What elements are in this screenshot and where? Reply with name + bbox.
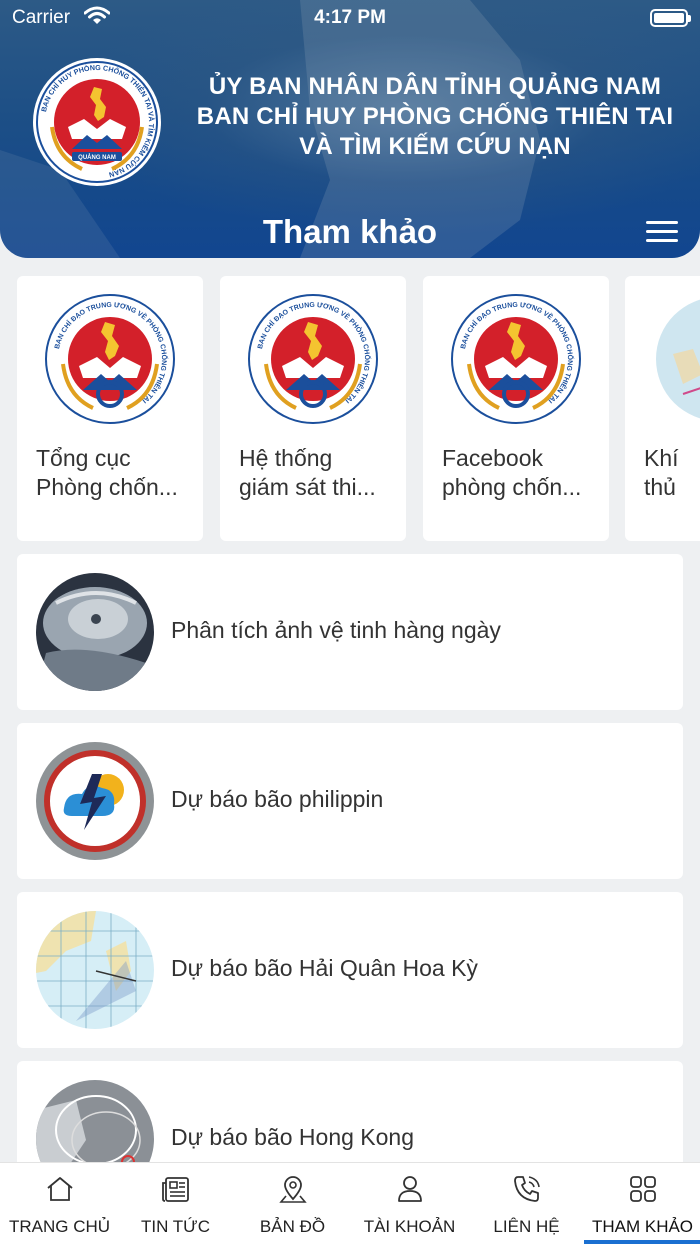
tab-label: THAM KHẢO (591, 1217, 694, 1236)
satellite-image-icon (36, 573, 154, 691)
card-title-line-1: Facebook (442, 445, 544, 471)
map-pin-icon (278, 1176, 307, 1203)
card-title: Tổng cục Phòng chốn... (36, 444, 196, 502)
phone-icon (513, 1176, 540, 1202)
card-title-line-1: Khí (644, 445, 679, 471)
steering-committee-emblem-icon: BAN CHỈ ĐẠO TRUNG ƯƠNG VỀ PHÒNG CHỐNG TH… (45, 294, 175, 424)
list-item-label: Phân tích ảnh vệ tinh hàng ngày (171, 617, 501, 643)
reference-card[interactable]: Khí thủ (625, 276, 700, 541)
org-line-3: VÀ TÌM KIẾM CỨU NẠN (299, 133, 571, 160)
typhoon-track-map-icon (36, 911, 154, 1029)
reference-card[interactable]: BAN CHỈ ĐẠO TRUNG ƯƠNG VỀ PHÒNG CHỐNG TH… (423, 276, 609, 541)
list-item[interactable]: Dự báo bão philippin (17, 723, 683, 879)
reference-card[interactable]: BAN CHỈ ĐẠO TRUNG ƯƠNG VỀ PHÒNG CHỐNG TH… (17, 276, 203, 541)
newspaper-icon (161, 1177, 189, 1202)
province-logo: BAN CHỈ HUY PHÒNG CHỐNG THIÊN TAI VÀ TÌM… (33, 58, 161, 186)
logo-bottom-text: QUẢNG NAM (78, 154, 116, 161)
climate-map-icon (656, 299, 700, 419)
tab-contact[interactable]: LIÊN HỆ (468, 1163, 585, 1244)
list-item[interactable]: Dự báo bão Hải Quân Hoa Kỳ (17, 892, 683, 1048)
tab-reference[interactable]: THAM KHẢO (584, 1163, 700, 1244)
tab-home[interactable]: TRANG CHỦ (1, 1163, 118, 1244)
reference-card-carousel[interactable]: BAN CHỈ ĐẠO TRUNG ƯƠNG VỀ PHÒNG CHỐNG TH… (17, 276, 700, 541)
card-title-line-2: Phòng chốn... (36, 474, 178, 500)
card-title-line-2: thủ (644, 474, 676, 500)
card-title: Khí thủ (644, 444, 700, 502)
grid-icon (629, 1176, 656, 1202)
list-item-label: Dự báo bão philippin (171, 786, 384, 812)
tab-account[interactable]: TÀI KHOẢN (351, 1163, 468, 1244)
org-line-2: BAN CHỈ HUY PHÒNG CHỐNG THIÊN TAI (196, 103, 674, 130)
list-item-label: Dự báo bão Hải Quân Hoa Kỳ (171, 955, 478, 981)
org-line-1: ỦY BAN NHÂN DÂN TỈNH QUẢNG NAM (208, 73, 662, 100)
tab-map[interactable]: BẢN ĐỒ (234, 1163, 351, 1244)
card-title: Facebook phòng chốn... (442, 444, 602, 502)
home-icon (46, 1177, 73, 1201)
card-title-line-1: Tổng cục (36, 445, 131, 471)
storm-logo-icon (36, 742, 154, 860)
clock: 4:17 PM (314, 7, 386, 28)
list-item[interactable]: Phân tích ảnh vệ tinh hàng ngày (17, 554, 683, 710)
page-title: Tham khảo (262, 213, 438, 250)
bottom-tab-bar: TRANG CHỦ TIN TỨC BẢN ĐỒ TÀI KHOẢN LIÊN … (0, 1162, 700, 1244)
active-tab-indicator (584, 1240, 700, 1244)
reference-card[interactable]: BAN CHỈ ĐẠO TRUNG ƯƠNG VỀ PHÒNG CHỐNG TH… (220, 276, 406, 541)
card-title-line-2: phòng chốn... (442, 474, 582, 500)
card-title-line-2: giám sát thi... (239, 474, 376, 500)
card-title-line-1: Hệ thống (239, 445, 333, 471)
steering-committee-emblem-icon: BAN CHỈ ĐẠO TRUNG ƯƠNG VỀ PHÒNG CHỐNG TH… (248, 294, 378, 424)
list-item-label: Dự báo bão Hong Kong (171, 1124, 415, 1150)
battery-icon (650, 9, 691, 27)
hamburger-menu-button[interactable] (646, 219, 680, 245)
steering-committee-emblem-icon: BAN CHỈ ĐẠO TRUNG ƯƠNG VỀ PHÒNG CHỐNG TH… (451, 294, 581, 424)
user-icon (397, 1176, 422, 1202)
app-header: Carrier 4:17 PM BAN CHỈ HUY PHÒNG CHỐNG … (0, 0, 700, 258)
status-bar: Carrier 4:17 PM (0, 0, 700, 36)
organization-name: ỦY BAN NHÂN DÂN TỈNH QUẢNG NAM BAN CHỈ H… (190, 72, 680, 162)
card-title: Hệ thống giám sát thi... (239, 444, 399, 502)
tab-news[interactable]: TIN TỨC (117, 1163, 234, 1244)
